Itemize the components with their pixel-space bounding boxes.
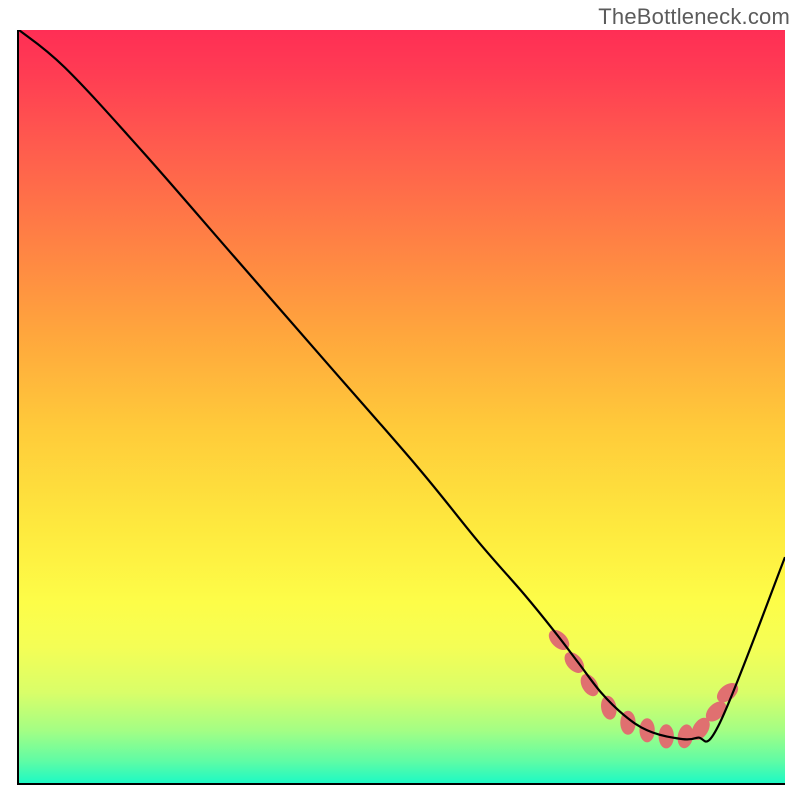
- plot-area: [17, 30, 785, 785]
- markers-group: [545, 626, 742, 749]
- chart-overlay: [19, 30, 785, 783]
- plot-wrap: [17, 30, 785, 785]
- marker-dot: [676, 723, 695, 749]
- watermark-label: TheBottleneck.com: [598, 4, 790, 30]
- chart-frame: TheBottleneck.com: [0, 0, 800, 800]
- marker-dot: [577, 671, 603, 699]
- curve-path: [19, 30, 785, 742]
- marker-dot: [561, 648, 588, 676]
